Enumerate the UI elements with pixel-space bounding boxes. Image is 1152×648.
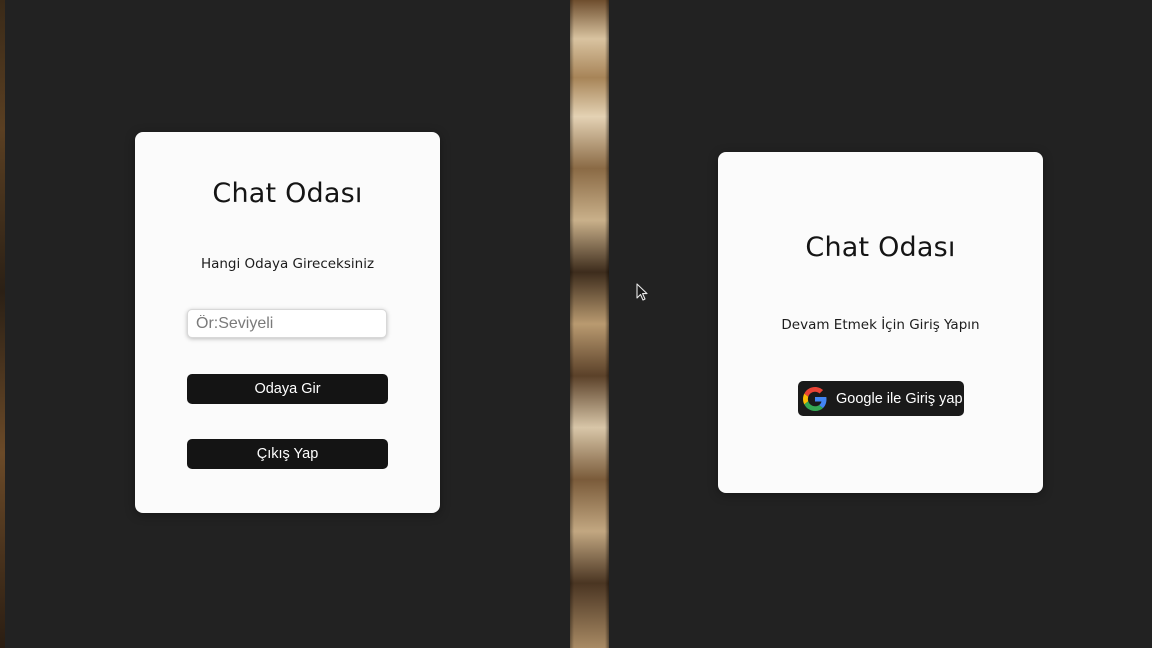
mouse-cursor-icon: [636, 283, 648, 301]
logout-button[interactable]: Çıkış Yap: [187, 439, 388, 469]
room-prompt: Hangi Odaya Gireceksiniz: [200, 256, 375, 272]
google-g-icon: [802, 386, 828, 412]
background-photo-strip: [570, 0, 609, 648]
sign-in-card: Chat Odası Devam Etmek İçin Giriş Yapın …: [718, 152, 1043, 493]
page-title: Chat Odası: [212, 178, 363, 209]
google-sign-in-label: Google ile Giriş yap: [836, 390, 963, 407]
logout-label: Çıkış Yap: [256, 446, 319, 462]
enter-room-button[interactable]: Odaya Gir: [187, 374, 388, 404]
room-entry-card: Chat Odası Hangi Odaya Gireceksiniz Oday…: [135, 132, 440, 513]
page-title: Chat Odası: [805, 232, 956, 263]
google-sign-in-button[interactable]: Google ile Giriş yap: [798, 381, 964, 416]
sign-in-prompt: Devam Etmek İçin Giriş Yapın: [781, 317, 980, 333]
screen: Chat Odası Hangi Odaya Gireceksiniz Oday…: [0, 0, 1152, 648]
room-name-input[interactable]: [187, 309, 387, 338]
enter-room-label: Odaya Gir: [254, 381, 321, 397]
